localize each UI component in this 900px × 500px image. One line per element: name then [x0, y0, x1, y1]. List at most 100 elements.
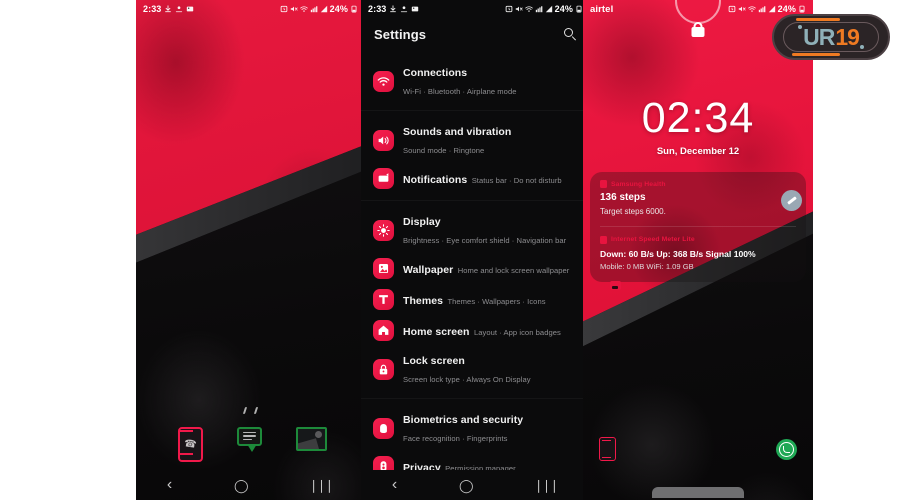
- notification-app-icon: [610, 280, 621, 290]
- home-indicator[interactable]: [652, 487, 744, 498]
- settings-item-title: Lock screen: [403, 355, 465, 367]
- settings-group: Connections Wi-Fi · Bluetooth · Airplane…: [361, 52, 590, 110]
- sidebar-item-themes[interactable]: Themes Themes · Wallpapers · Icons: [361, 284, 590, 315]
- signal-icon: [320, 5, 327, 13]
- privacy-icon: [373, 456, 394, 470]
- fingerprint-icon: [373, 417, 394, 439]
- messages-app-icon[interactable]: [237, 426, 264, 458]
- card-header: Internet Speed Meter Lite: [600, 235, 796, 244]
- nav-home-button[interactable]: ◯: [459, 479, 474, 492]
- settings-item-text: Connections Wi-Fi · Bluetooth · Airplane…: [403, 63, 578, 99]
- sidebar-item-privacy[interactable]: Privacy Permission manager: [361, 451, 590, 470]
- health-icon: [600, 180, 607, 188]
- mobile-data-icon: [535, 6, 543, 13]
- clock-time: 02:34: [641, 94, 755, 142]
- phone-shortcut-icon[interactable]: [599, 437, 616, 461]
- location-icon: [176, 6, 183, 13]
- home-dock: ☎: [136, 420, 365, 464]
- image-icon: [187, 6, 194, 12]
- settings-header: Settings: [361, 18, 590, 50]
- mute-icon: [738, 6, 746, 12]
- settings-list[interactable]: Connections Wi-Fi · Bluetooth · Airplane…: [361, 52, 590, 470]
- nav-back-button[interactable]: ‹: [167, 477, 172, 493]
- status-bar-clock: 2:33: [143, 4, 162, 14]
- settings-item-title: Themes: [403, 294, 443, 307]
- watermark-text-primary: UR: [803, 23, 835, 50]
- settings-item-subtitle: Wi-Fi · Bluetooth · Airplane mode: [403, 87, 517, 96]
- lock-icon: [373, 358, 394, 380]
- download-icon: [390, 5, 397, 13]
- battery-icon: [799, 5, 805, 13]
- alarm-icon: [280, 5, 287, 13]
- sidebar-item-sounds-and-vibration[interactable]: Sounds and vibration Sound mode · Ringto…: [361, 117, 590, 163]
- phone-app-icon[interactable]: ☎: [178, 426, 205, 462]
- wifi-icon: [747, 6, 756, 12]
- notification-card-samsung-health[interactable]: Samsung Health 136 steps Target steps 60…: [600, 180, 796, 217]
- sidebar-item-lock-screen[interactable]: Lock screen Screen lock type · Always On…: [361, 346, 590, 392]
- location-icon: [401, 6, 408, 13]
- lock-screen-panel: airtel 24% 02:34 Sun, December 12 Samsun…: [583, 0, 813, 500]
- volume-icon: [373, 129, 394, 151]
- battery-icon: [351, 5, 357, 13]
- settings-screen-panel: 2:33 24% Settings Connections Wi-Fi · Bl…: [361, 0, 590, 500]
- card-app-name: Internet Speed Meter Lite: [611, 236, 695, 244]
- pencil-icon[interactable]: [781, 190, 802, 211]
- mobile-data-icon: [758, 6, 766, 13]
- card-line-primary: Down: 60 B/s Up: 368 B/s Signal 100%: [600, 248, 756, 259]
- page-dot: [253, 407, 259, 414]
- nav-recents-button[interactable]: ∣∣∣: [310, 479, 334, 492]
- wifi-icon: [299, 6, 308, 12]
- settings-item-text: Lock screen Screen lock type · Always On…: [403, 351, 578, 387]
- sidebar-item-notifications[interactable]: Notifications Status bar · Do not distur…: [361, 163, 590, 194]
- settings-item-title: Biometrics and security: [403, 414, 524, 426]
- watermark-dot: [860, 45, 864, 49]
- settings-item-text: Home screen Layout · App icon badges: [403, 322, 561, 340]
- watermark-bar-bottom: [792, 53, 840, 56]
- home-icon: [373, 320, 394, 341]
- wifi-icon: [524, 6, 533, 12]
- settings-item-title: Home screen: [403, 325, 470, 338]
- sidebar-item-biometrics-and-security[interactable]: Biometrics and security Face recognition…: [361, 405, 590, 451]
- settings-item-text: Display Brightness · Eye comfort shield …: [403, 212, 578, 248]
- sidebar-item-connections[interactable]: Connections Wi-Fi · Bluetooth · Airplane…: [361, 58, 590, 104]
- settings-item-text: Wallpaper Home and lock screen wallpaper: [403, 260, 569, 278]
- nav-home-button[interactable]: ◯: [234, 479, 249, 492]
- nav-back-button[interactable]: ‹: [392, 477, 397, 493]
- lock-icon: [691, 22, 705, 37]
- sidebar-item-display[interactable]: Display Brightness · Eye comfort shield …: [361, 207, 590, 253]
- card-header: Samsung Health: [600, 180, 796, 188]
- gallery-app-icon[interactable]: [296, 426, 327, 458]
- status-bar-left: 2:33: [368, 4, 419, 14]
- whatsapp-shortcut-icon[interactable]: [776, 438, 797, 460]
- settings-item-subtitle: Layout · App icon badges: [473, 327, 561, 337]
- settings-group: Biometrics and security Face recognition…: [361, 398, 590, 470]
- settings-item-title: Sounds and vibration: [403, 126, 512, 138]
- search-icon[interactable]: [564, 27, 577, 41]
- status-bar-left: airtel: [590, 4, 613, 15]
- lock-dock: [583, 434, 813, 464]
- speedmeter-icon: [600, 235, 607, 244]
- settings-group: Display Brightness · Eye comfort shield …: [361, 200, 590, 398]
- settings-item-subtitle: Themes · Wallpapers · Icons: [447, 296, 546, 306]
- settings-item-subtitle: Screen lock type · Always On Display: [403, 375, 531, 384]
- card-app-name: Samsung Health: [611, 180, 666, 188]
- settings-item-text: Sounds and vibration Sound mode · Ringto…: [403, 122, 578, 158]
- mobile-data-icon: [310, 6, 318, 13]
- signal-icon: [768, 5, 775, 13]
- mute-icon: [290, 6, 298, 12]
- themes-icon: [373, 289, 394, 310]
- sidebar-item-home-screen[interactable]: Home screen Layout · App icon badges: [361, 315, 590, 346]
- wallpaper-icon: [373, 258, 394, 279]
- settings-item-title: Wallpaper: [403, 263, 454, 276]
- status-bar-right: 24%: [505, 4, 583, 14]
- page-dot: [242, 407, 248, 414]
- watermark-text: UR 19: [803, 23, 860, 50]
- mute-icon: [515, 6, 523, 12]
- sidebar-item-wallpaper[interactable]: Wallpaper Home and lock screen wallpaper: [361, 253, 590, 284]
- nav-recents-button[interactable]: ∣∣∣: [535, 479, 559, 492]
- settings-item-title: Notifications: [403, 173, 468, 186]
- notification-card-speed-meter[interactable]: Internet Speed Meter Lite Down: 60 B/s U…: [600, 225, 796, 290]
- battery-icon: [576, 5, 582, 13]
- alarm-icon: [728, 5, 735, 13]
- settings-item-text: Privacy Permission manager: [403, 458, 516, 471]
